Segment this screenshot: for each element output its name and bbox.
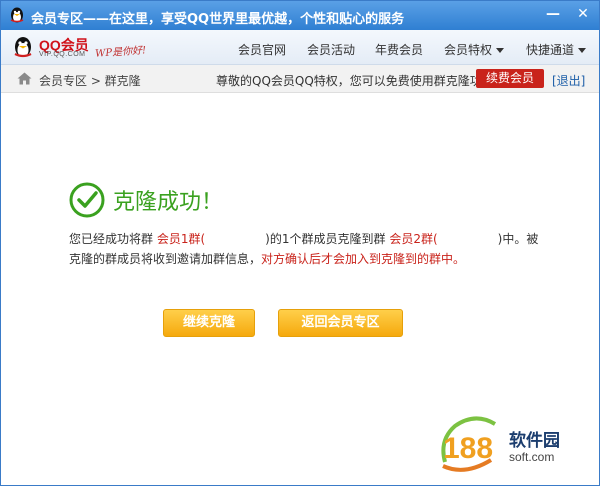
watermark-logo-icon: 188 xyxy=(441,416,497,472)
message-text: 您已经成功将群 xyxy=(69,232,154,246)
app-window: 会员专区——在这里，享受QQ世界里最优越，个性和贴心的服务 — ✕ QQ会员 V… xyxy=(0,0,600,486)
renew-membership-button[interactable]: 续费会员 xyxy=(476,69,544,88)
message-text: )的1个群成员克隆到群 xyxy=(265,232,386,246)
window-title: 会员专区——在这里，享受QQ世界里最优越，个性和贴心的服务 xyxy=(31,12,405,27)
chevron-down-icon xyxy=(496,48,505,53)
result-message: 您已经成功将群 会员1群( )的1个群成员克隆到群 会员2群( )中。被 克隆的群成… xyxy=(69,229,539,269)
watermark: 188 软件园 soft.com xyxy=(431,406,599,485)
qq-penguin-icon xyxy=(10,7,24,23)
nav-item-shortcuts[interactable]: 快捷通道 xyxy=(526,41,587,58)
breadcrumb[interactable]: 会员专区 > 群克隆 xyxy=(39,72,141,89)
title-bar[interactable]: 会员专区——在这里，享受QQ世界里最优越，个性和贴心的服务 — ✕ xyxy=(1,1,599,30)
watermark-name: 软件园 xyxy=(509,431,560,451)
message-text: )中。被 xyxy=(497,232,539,246)
source-group-name: 会员1群( xyxy=(156,232,206,246)
logout-link[interactable]: [退出] xyxy=(552,72,585,89)
success-title: 克隆成功！ xyxy=(113,190,224,215)
nav-bar: QQ会员 VIP.QQ.COM WP是你好! 会员官网 会员活动 年费会员 会员… xyxy=(1,30,599,65)
confirm-note: 对方确认后才会加入到克隆到的群中。 xyxy=(261,252,466,266)
back-to-member-zone-button[interactable]: 返回会员专区 xyxy=(278,309,403,337)
watermark-number: 188 xyxy=(443,432,493,465)
watermark-url: soft.com xyxy=(509,450,555,464)
message-text: 克隆的群成员将收到邀请加群信息， xyxy=(69,252,262,266)
minimize-button[interactable]: — xyxy=(543,5,563,23)
nav-item-shortcuts-label: 快捷通道 xyxy=(526,43,575,57)
target-group-name: 会员2群( xyxy=(389,232,438,246)
qq-penguin-logo-icon xyxy=(14,37,32,58)
close-button[interactable]: ✕ xyxy=(573,5,593,23)
nav-item-privileges[interactable]: 会员特权 xyxy=(444,41,505,58)
nav-item-official-site[interactable]: 会员官网 xyxy=(238,41,286,58)
qq-vip-logo[interactable]: QQ会员 VIP.QQ.COM WP是你好! xyxy=(11,35,171,61)
success-check-icon xyxy=(69,182,105,218)
brand-site: VIP.QQ.COM xyxy=(39,51,86,58)
privilege-notice: 尊敬的QQ会员QQ特权，您可以免费使用群克隆功能。 xyxy=(216,74,506,88)
nav-item-activities[interactable]: 会员活动 xyxy=(307,41,355,58)
chevron-down-icon xyxy=(578,48,587,53)
brand-slogan: WP是你好! xyxy=(94,45,147,60)
nav-item-annual-member[interactable]: 年费会员 xyxy=(375,41,423,58)
nav-item-privileges-label: 会员特权 xyxy=(444,43,493,57)
home-icon[interactable] xyxy=(17,72,32,85)
continue-clone-button[interactable]: 继续克隆 xyxy=(163,309,255,337)
breadcrumb-bar: 会员专区 > 群克隆 尊敬的QQ会员QQ特权，您可以免费使用群克隆功能。 续费会… xyxy=(1,65,599,93)
